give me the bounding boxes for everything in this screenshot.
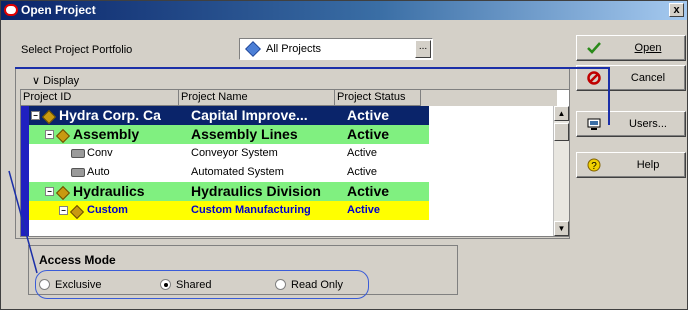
users-button-label: Users... bbox=[629, 118, 667, 130]
cell-status: Active bbox=[347, 147, 377, 159]
cell-id: Hydraulics bbox=[73, 183, 145, 199]
portfolio-value: All Projects bbox=[266, 43, 322, 55]
table-row[interactable]: − Hydraulics Hydraulics Division Active bbox=[29, 182, 429, 201]
cell-id: Assembly bbox=[73, 126, 140, 142]
table-row[interactable]: − Custom Custom Manufacturing Active bbox=[29, 201, 429, 220]
display-toggle[interactable]: ∨ Display bbox=[32, 74, 79, 87]
cell-id: Conv bbox=[87, 147, 113, 159]
cell-status: Active bbox=[347, 166, 377, 178]
column-header-project-id[interactable]: Project ID bbox=[21, 90, 179, 106]
vertical-scrollbar[interactable]: ▲ ▼ bbox=[553, 106, 569, 236]
scroll-thumb[interactable] bbox=[554, 123, 569, 141]
portfolio-label: Select Project Portfolio bbox=[21, 44, 133, 56]
cell-status: Active bbox=[347, 183, 390, 199]
callout-line-horizontal bbox=[15, 67, 610, 69]
close-button[interactable]: x bbox=[669, 3, 684, 17]
table-row[interactable]: Auto Automated System Active bbox=[29, 163, 429, 182]
users-icon bbox=[587, 118, 601, 130]
cell-name: Conveyor System bbox=[191, 147, 278, 159]
open-project-dialog: Open Project x Select Project Portfolio … bbox=[0, 0, 688, 310]
project-panel: ∨ Display Project ID Project Name Projec… bbox=[15, 68, 570, 239]
grid-header: Project ID Project Name Project Status bbox=[21, 90, 557, 106]
help-button-label: Help bbox=[636, 159, 660, 171]
callout-line-vertical bbox=[608, 67, 610, 125]
table-row[interactable]: − Assembly Assembly Lines Active bbox=[29, 125, 429, 144]
access-mode-title: Access Mode bbox=[39, 253, 116, 267]
app-logo-icon bbox=[4, 4, 18, 16]
open-button[interactable]: Open bbox=[576, 35, 686, 61]
checkmark-icon bbox=[587, 42, 601, 54]
cell-name: Assembly Lines bbox=[191, 126, 298, 142]
cell-name: Automated System bbox=[191, 166, 284, 178]
project-grid: Project ID Project Name Project Status −… bbox=[20, 89, 570, 237]
cancel-button-label: Cancel bbox=[630, 72, 666, 84]
svg-text:?: ? bbox=[591, 161, 597, 172]
cell-id: Auto bbox=[87, 166, 110, 178]
help-icon: ? bbox=[587, 158, 601, 172]
title-bar[interactable]: Open Project x bbox=[1, 1, 687, 20]
table-row[interactable]: Conv Conveyor System Active bbox=[29, 144, 429, 163]
column-header-project-status[interactable]: Project Status bbox=[335, 90, 421, 106]
portfolio-browse-button[interactable]: ... bbox=[415, 40, 431, 58]
callout-ellipse bbox=[35, 270, 369, 299]
cell-status: Active bbox=[347, 107, 390, 123]
open-button-label: Open bbox=[634, 42, 662, 54]
cell-id: Custom bbox=[87, 204, 128, 216]
cell-status: Active bbox=[347, 126, 390, 142]
scroll-up-icon[interactable]: ▲ bbox=[554, 106, 569, 121]
portfolio-icon bbox=[245, 41, 261, 57]
cell-name: Custom Manufacturing bbox=[191, 204, 311, 216]
cell-status: Active bbox=[347, 204, 381, 216]
window-title: Open Project bbox=[21, 3, 96, 17]
callout-line-diagonal bbox=[8, 170, 38, 274]
cell-name: Hydraulics Division bbox=[191, 183, 321, 199]
users-button[interactable]: Users... bbox=[576, 111, 686, 137]
column-header-project-name[interactable]: Project Name bbox=[179, 90, 335, 106]
cancel-icon bbox=[587, 71, 601, 85]
table-row[interactable]: − Hydra Corp. Ca Capital Improve... Active bbox=[29, 106, 429, 125]
cell-name: Capital Improve... bbox=[191, 107, 308, 123]
portfolio-field[interactable]: All Projects ... bbox=[239, 38, 433, 60]
cancel-button[interactable]: Cancel bbox=[576, 65, 686, 91]
help-button[interactable]: ? Help bbox=[576, 152, 686, 178]
cell-id: Hydra Corp. Ca bbox=[59, 107, 161, 123]
scroll-down-icon[interactable]: ▼ bbox=[554, 221, 569, 236]
